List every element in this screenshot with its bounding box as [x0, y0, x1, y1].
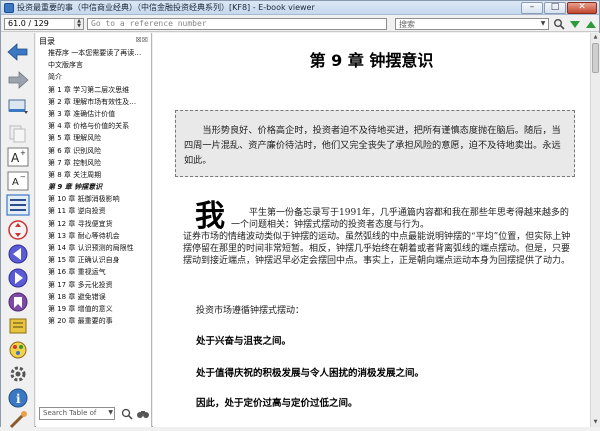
- toc-item[interactable]: 推荐序 一本您需要读了再读…: [36, 47, 152, 59]
- toc-item[interactable]: 第 15 章 正确认识自身: [36, 254, 152, 266]
- toc-binoculars-icon[interactable]: [136, 408, 150, 420]
- toc-item[interactable]: 第 1 章 学习第二层次思维: [36, 84, 152, 96]
- toc-dock-buttons[interactable]: ☒☒: [135, 36, 148, 44]
- find-previous-icon[interactable]: [585, 18, 597, 30]
- svg-text:A: A: [12, 177, 19, 188]
- find-next-icon[interactable]: [569, 18, 581, 30]
- window-title: 投资最重要的事（中信商业经典）（中信金融投资经典系列）[KF8] - E-boo…: [17, 3, 315, 12]
- bold-line-2: 处于值得庆祝的积极发展与令人困扰的消极发展之间。: [196, 368, 425, 379]
- fullscreen-icon[interactable]: [6, 219, 30, 241]
- scroll-down-icon[interactable]: ▼: [591, 418, 600, 427]
- toc-item[interactable]: 第 9 章 钟摆意识: [36, 181, 152, 193]
- toc-item[interactable]: 第 20 章 最重要的事: [36, 315, 152, 327]
- ebook-viewer-window: 投资最重要的事（中信商业经典）（中信金融投资经典系列）[KF8] - E-boo…: [0, 0, 600, 429]
- top-toolbar: 61.0 / 129 ▲ ▼ Go to a reference number 搜…: [1, 16, 599, 32]
- font-smaller-icon[interactable]: A −: [6, 170, 30, 192]
- reference-mode-icon[interactable]: [6, 315, 30, 337]
- toc-item[interactable]: 第 11 章 逆向投资: [36, 205, 152, 217]
- toc-item[interactable]: 第 8 章 关注周期: [36, 169, 152, 181]
- epigraph-box: 当形势良好、价格高企时，投资者迫不及待地买进，把所有谨慎态度抛在脑后。随后，当四…: [175, 110, 575, 177]
- toc-item[interactable]: 第 2 章 理解市场有效性及…: [36, 96, 152, 108]
- search-input[interactable]: 搜索 ▼: [395, 18, 549, 30]
- back-arrow-icon[interactable]: [6, 41, 30, 63]
- toc-item[interactable]: 第 16 章 重视运气: [36, 266, 152, 278]
- preferences-gear-icon[interactable]: [6, 363, 30, 385]
- paragraph-1-first: 平生第一份备忘录写于1991年，几乎通篇内容都和我在那些年思考得越来越多的一个问…: [231, 208, 569, 230]
- epigraph-text: 当形势良好、价格高企时，投资者迫不及待地买进，把所有谨慎态度抛在脑后。随后，当四…: [184, 125, 561, 166]
- toc-header-label: 目录: [39, 37, 55, 46]
- paragraph-1-rest: 证券市场的情绪波动类似于钟摆的运动。虽然弧线的中点最能说明钟摆的“平均”位置，但…: [183, 232, 571, 266]
- minimize-button[interactable]: –: [521, 2, 543, 14]
- tools-icon[interactable]: [6, 409, 30, 431]
- window-controls: – □ ✕: [520, 2, 597, 14]
- vertical-scrollbar[interactable]: ▲ ▼: [590, 33, 600, 427]
- chapter-title: 第 9 章 钟摆意识: [309, 51, 434, 70]
- search-placeholder: 搜索: [399, 20, 415, 29]
- svg-text:A: A: [11, 151, 20, 165]
- toc-item[interactable]: 第 3 章 准确估计价值: [36, 108, 152, 120]
- maximize-button[interactable]: □: [544, 2, 566, 14]
- previous-page-icon[interactable]: [6, 243, 30, 265]
- open-ebook-icon[interactable]: [6, 95, 30, 117]
- svg-text:i: i: [16, 392, 21, 406]
- toc-header: 目录 ☒☒: [36, 35, 152, 47]
- next-page-icon[interactable]: [6, 267, 30, 289]
- font-larger-icon[interactable]: A +: [6, 146, 30, 168]
- reference-placeholder: Go to a reference number: [91, 19, 207, 28]
- toc-item[interactable]: 第 14 章 认识预测的局限性: [36, 242, 152, 254]
- info-icon[interactable]: i: [6, 387, 30, 409]
- title-bar: 投资最重要的事（中信商业经典）（中信金融投资经典系列）[KF8] - E-boo…: [1, 1, 599, 15]
- close-icon: ✕: [578, 2, 586, 12]
- app-icon: [4, 3, 14, 13]
- forward-arrow-icon[interactable]: [6, 69, 30, 91]
- spin-arrows[interactable]: ▲ ▼: [74, 19, 83, 29]
- reading-pane[interactable]: 第 9 章 钟摆意识 当形势良好、价格高企时，投资者迫不及待地买进，把所有谨慎态…: [153, 33, 590, 427]
- bold-line-1: 处于兴奋与沮丧之间。: [196, 336, 292, 347]
- close-button[interactable]: ✕: [567, 2, 597, 14]
- search-dropdown-icon[interactable]: ▼: [538, 19, 548, 29]
- toc-item[interactable]: 第 17 章 多元化投资: [36, 279, 152, 291]
- toc-item[interactable]: 第 10 章 抵御消极影响: [36, 193, 152, 205]
- bold-line-3: 因此，处于定价过高与定价过低之间。: [196, 398, 358, 409]
- toc-item[interactable]: 简介: [36, 71, 152, 83]
- svg-text:−: −: [20, 173, 26, 181]
- copy-icon[interactable]: [6, 123, 30, 145]
- maximize-icon: □: [550, 2, 560, 12]
- toc-item[interactable]: 第 6 章 识别风险: [36, 145, 152, 157]
- paragraph-1: 平生第一份备忘录写于1991年，几乎通篇内容都和我在那些年思考得越来越多的一个问…: [183, 207, 573, 267]
- toc-item[interactable]: 第 5 章 理解风险: [36, 132, 152, 144]
- toc-item[interactable]: 第 18 章 避免错误: [36, 291, 152, 303]
- toc-search-placeholder: Search Table of: [43, 409, 97, 417]
- intro-line: 投资市场遵循钟摆式摆动：: [196, 306, 305, 316]
- scroll-thumb[interactable]: [592, 43, 599, 73]
- svg-text:+: +: [20, 149, 26, 157]
- toc-item[interactable]: 中文版序言: [36, 59, 152, 71]
- table-of-contents-icon[interactable]: [6, 194, 30, 216]
- search-icon[interactable]: [553, 18, 565, 30]
- bookmark-icon[interactable]: [6, 291, 30, 313]
- spin-down-icon[interactable]: ▼: [75, 24, 83, 29]
- toc-item[interactable]: 第 7 章 控制风险: [36, 157, 152, 169]
- toc-item[interactable]: 第 4 章 价格与价值的关系: [36, 120, 152, 132]
- scroll-up-icon[interactable]: ▲: [591, 33, 600, 42]
- toc-search-input[interactable]: Search Table of ▼: [39, 407, 115, 420]
- toc-search-dropdown-icon[interactable]: ▼: [108, 409, 113, 416]
- minimize-icon: –: [529, 2, 535, 12]
- position-value: 61.0 / 129: [8, 19, 49, 28]
- reference-input[interactable]: Go to a reference number: [87, 18, 387, 30]
- toc-item[interactable]: 第 13 章 耐心等待机会: [36, 230, 152, 242]
- position-spinbox[interactable]: 61.0 / 129 ▲ ▼: [4, 18, 84, 30]
- toc-list: 推荐序 一本您需要读了再读… 中文版序言 简介第 1 章 学习第二层次思维第 2 章…: [36, 47, 152, 327]
- toc-item[interactable]: 第 12 章 寻找便宜货: [36, 218, 152, 230]
- left-toolbar: A + A − i: [1, 33, 35, 429]
- toc-panel: 目录 ☒☒ 推荐序 一本您需要读了再读… 中文版序言 简介第 1 章 学习第二层次思…: [36, 33, 152, 427]
- toc-item[interactable]: 第 19 章 增值的意义: [36, 303, 152, 315]
- toc-search-icon[interactable]: [120, 408, 134, 420]
- theme-palette-icon[interactable]: [6, 339, 30, 361]
